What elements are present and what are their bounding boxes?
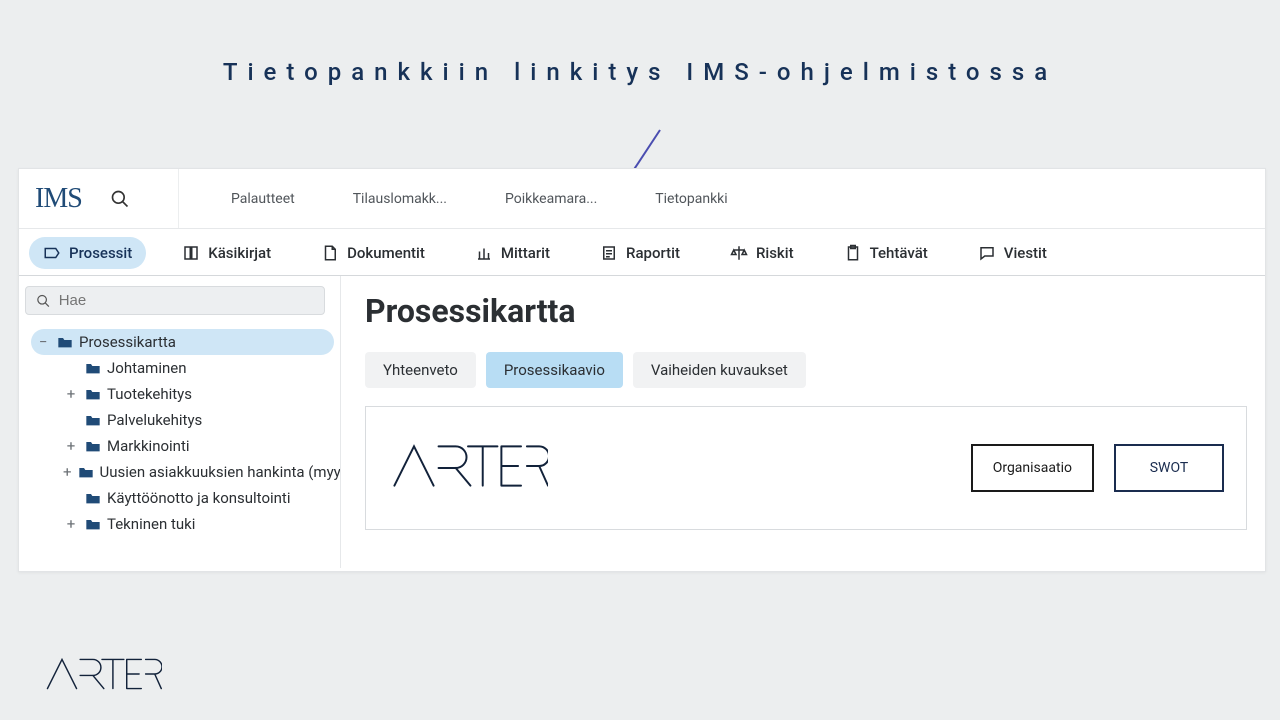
tabbar: Prosessit Käsikirjat Dokumentit Mittarit… [19, 229, 1265, 276]
tab-mittarit[interactable]: Mittarit [461, 237, 564, 269]
search-icon [36, 293, 51, 309]
sidebar-search[interactable] [25, 286, 325, 315]
arter-logo [388, 439, 548, 497]
tree-item-palvelukehitys[interactable]: Palvelukehitys [59, 407, 334, 433]
sidebar-search-input[interactable] [59, 292, 314, 309]
sidebar: − Prosessikartta Johtaminen + [19, 276, 341, 568]
tree-label: Uusien asiakkuuksien hankinta (myynti) [100, 463, 341, 481]
tab-label: Viestit [1004, 244, 1047, 262]
workspace: − Prosessikartta Johtaminen + [19, 276, 1265, 568]
subtabs: Yhteenveto Prosessikaavio Vaiheiden kuva… [365, 352, 1241, 388]
process-canvas: Organisaatio SWOT [365, 406, 1247, 530]
scale-icon [730, 244, 748, 262]
footer-arter-logo [42, 654, 162, 702]
folder-icon [85, 387, 101, 401]
tree-label: Palvelukehitys [107, 411, 202, 429]
folder-icon [85, 361, 101, 375]
tab-label: Raportit [626, 244, 680, 262]
folder-icon [78, 465, 94, 479]
report-icon [600, 244, 618, 262]
clipboard-icon [844, 244, 862, 262]
tree-item-tuotekehitys[interactable]: + Tuotekehitys [59, 381, 334, 407]
tab-kasikirjat[interactable]: Käsikirjat [168, 237, 285, 269]
slide-title: Tietopankkiin linkitys IMS-ohjelmistossa [0, 0, 1280, 94]
arter-logo-icon [388, 439, 548, 493]
search-icon[interactable] [110, 189, 130, 209]
subtab-vaiheiden-kuvaukset[interactable]: Vaiheiden kuvaukset [633, 352, 806, 388]
page-title: Prosessikartta [365, 292, 1241, 330]
canvas-nodes: Organisaatio SWOT [971, 444, 1224, 492]
tree-label: Markkinointi [107, 437, 190, 455]
expand-icon[interactable]: + [63, 437, 79, 455]
tab-label: Prosessit [69, 244, 132, 262]
tree-item-tekninen-tuki[interactable]: + Tekninen tuki [59, 511, 334, 537]
book-icon [182, 244, 200, 262]
tree-item-markkinointi[interactable]: + Markkinointi [59, 433, 334, 459]
tree-root-prosessikartta[interactable]: − Prosessikartta [31, 329, 334, 355]
tab-label: Riskit [756, 244, 794, 262]
chart-icon [475, 244, 493, 262]
subtab-prosessikaavio[interactable]: Prosessikaavio [486, 352, 623, 388]
message-icon [978, 244, 996, 262]
node-swot[interactable]: SWOT [1114, 444, 1224, 492]
tree-label: Prosessikartta [79, 333, 176, 351]
folder-icon [85, 413, 101, 427]
topnav-palautteet[interactable]: Palautteet [231, 191, 295, 207]
tab-riskit[interactable]: Riskit [716, 237, 808, 269]
collapse-icon[interactable]: − [35, 333, 51, 351]
main-panel: Prosessikartta Yhteenveto Prosessikaavio… [341, 276, 1265, 568]
expand-icon[interactable]: + [63, 515, 79, 533]
tab-label: Käsikirjat [208, 244, 271, 262]
arter-logo-icon [42, 654, 162, 694]
folder-icon [85, 517, 101, 531]
topnav: Palautteet Tilauslomakk... Poikkeamara..… [179, 191, 728, 207]
tab-raportit[interactable]: Raportit [586, 237, 694, 269]
app-window: IMS Palautteet Tilauslomakk... Poikkeama… [18, 168, 1266, 572]
expand-icon[interactable]: + [63, 385, 79, 403]
tree-label: Käyttöönotto ja konsultointi [107, 489, 291, 507]
tab-label: Mittarit [501, 244, 550, 262]
subtab-yhteenveto[interactable]: Yhteenveto [365, 352, 476, 388]
topbar: IMS Palautteet Tilauslomakk... Poikkeama… [19, 169, 1265, 229]
topnav-tilauslomakkeet[interactable]: Tilauslomakk... [353, 191, 447, 207]
topnav-tietopankki[interactable]: Tietopankki [655, 191, 727, 207]
tree-item-johtaminen[interactable]: Johtaminen [59, 355, 334, 381]
tab-dokumentit[interactable]: Dokumentit [307, 237, 439, 269]
tag-icon [43, 244, 61, 262]
tree-label: Tuotekehitys [107, 385, 192, 403]
tab-tehtavat[interactable]: Tehtävät [830, 237, 942, 269]
expand-icon[interactable]: + [63, 463, 72, 481]
tree-item-uusien-asiakkuuksien[interactable]: + Uusien asiakkuuksien hankinta (myynti) [59, 459, 334, 485]
sidebar-tree: − Prosessikartta Johtaminen + [25, 329, 334, 537]
ims-logo: IMS [35, 183, 82, 215]
tree-item-kayttoonotto[interactable]: Käyttöönotto ja konsultointi [59, 485, 334, 511]
tree-label: Johtaminen [107, 359, 186, 377]
node-organisaatio[interactable]: Organisaatio [971, 444, 1094, 492]
logo-box: IMS [19, 169, 179, 228]
folder-icon [85, 491, 101, 505]
topnav-poikkeamaraportit[interactable]: Poikkeamara... [505, 191, 597, 207]
tree-label: Tekninen tuki [107, 515, 195, 533]
document-icon [321, 244, 339, 262]
tab-label: Dokumentit [347, 244, 425, 262]
folder-icon [85, 439, 101, 453]
tab-prosessit[interactable]: Prosessit [29, 237, 146, 269]
folder-icon [57, 335, 73, 349]
tab-label: Tehtävät [870, 244, 928, 262]
tab-viestit[interactable]: Viestit [964, 237, 1061, 269]
